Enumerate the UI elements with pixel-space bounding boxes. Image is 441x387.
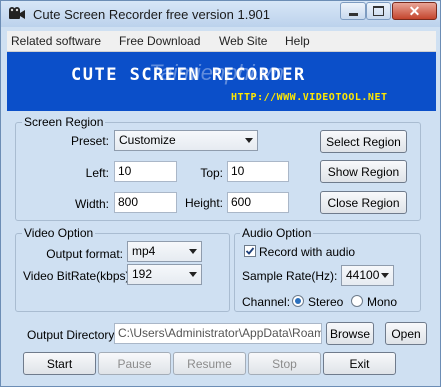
banner-url-link[interactable]: HTTP://WWW.VIDEOTOOL.NET bbox=[231, 92, 388, 103]
mono-radio[interactable] bbox=[351, 295, 363, 307]
chevron-down-icon bbox=[189, 249, 197, 254]
screen-region-label: Screen Region bbox=[22, 115, 106, 129]
exit-button[interactable]: Exit bbox=[323, 352, 396, 375]
height-label: Height: bbox=[184, 196, 223, 210]
menu-help[interactable]: Help bbox=[285, 34, 310, 48]
menu-related-software[interactable]: Related software bbox=[11, 34, 101, 48]
chevron-down-icon bbox=[245, 138, 253, 143]
menu-bar: Related software Free Download Web Site … bbox=[7, 31, 436, 52]
banner: Taimienphi.vn CUTE SCREEN RECORDER HTTP:… bbox=[7, 52, 436, 111]
audio-option-label: Audio Option bbox=[240, 226, 314, 240]
output-format-select[interactable]: mp4 bbox=[127, 241, 202, 262]
show-region-button[interactable]: Show Region bbox=[320, 160, 407, 183]
banner-title: CUTE SCREEN RECORDER bbox=[71, 65, 306, 85]
checkmark-icon bbox=[245, 247, 255, 255]
record-audio-checkbox[interactable] bbox=[244, 245, 256, 257]
close-button[interactable]: ✕ bbox=[392, 2, 437, 20]
resume-button[interactable]: Resume bbox=[173, 352, 246, 375]
left-label: Left: bbox=[85, 166, 109, 180]
menu-web-site[interactable]: Web Site bbox=[219, 34, 267, 48]
start-button[interactable]: Start bbox=[23, 352, 96, 375]
sample-rate-label: Sample Rate(Hz): bbox=[242, 269, 338, 283]
preset-select[interactable]: Customize bbox=[114, 130, 258, 151]
stereo-radio[interactable] bbox=[292, 295, 304, 307]
output-format-label: Output format: bbox=[46, 247, 123, 261]
minimize-button[interactable] bbox=[340, 2, 366, 20]
video-option-label: Video Option bbox=[22, 226, 96, 240]
close-region-button[interactable]: Close Region bbox=[320, 191, 407, 214]
app-window: Cute Screen Recorder free version 1.901 … bbox=[0, 0, 441, 387]
record-audio-label[interactable]: Record with audio bbox=[259, 245, 355, 259]
browse-button[interactable]: Browse bbox=[326, 322, 374, 345]
channel-label: Channel: bbox=[242, 295, 291, 309]
mono-label[interactable]: Mono bbox=[367, 295, 397, 309]
height-input[interactable]: 600 bbox=[227, 192, 289, 213]
stereo-label[interactable]: Stereo bbox=[308, 295, 343, 309]
maximize-icon bbox=[373, 6, 384, 16]
width-input[interactable]: 800 bbox=[114, 192, 177, 213]
camera-icon bbox=[8, 6, 26, 22]
sample-rate-value: 44100 bbox=[346, 268, 380, 282]
pause-button[interactable]: Pause bbox=[98, 352, 171, 375]
title-bar[interactable]: Cute Screen Recorder free version 1.901 … bbox=[1, 1, 440, 27]
left-input[interactable]: 10 bbox=[114, 161, 177, 182]
top-input[interactable]: 10 bbox=[227, 161, 289, 182]
sample-rate-select[interactable]: 44100 bbox=[341, 265, 394, 286]
menu-free-download[interactable]: Free Download bbox=[119, 34, 200, 48]
open-button[interactable]: Open bbox=[385, 322, 427, 345]
select-region-button[interactable]: Select Region bbox=[320, 130, 407, 153]
bitrate-select[interactable]: 192 bbox=[127, 264, 202, 285]
minimize-icon bbox=[348, 12, 358, 16]
close-icon: ✕ bbox=[408, 2, 421, 19]
output-format-value: mp4 bbox=[132, 244, 156, 258]
output-directory-input[interactable]: C:\Users\Administrator\AppData\Roaming bbox=[114, 323, 322, 344]
window-title: Cute Screen Recorder free version 1.901 bbox=[33, 7, 271, 22]
stop-button[interactable]: Stop bbox=[248, 352, 321, 375]
chevron-down-icon bbox=[381, 273, 389, 278]
preset-value: Customize bbox=[119, 133, 176, 147]
bitrate-value: 192 bbox=[132, 267, 153, 281]
top-label: Top: bbox=[200, 166, 223, 180]
chevron-down-icon bbox=[189, 272, 197, 277]
output-directory-label: Output Directory: bbox=[27, 328, 118, 342]
bitrate-label: Video BitRate(kbps): bbox=[23, 269, 133, 283]
width-label: Width: bbox=[74, 197, 109, 211]
preset-label: Preset: bbox=[70, 134, 109, 148]
maximize-button[interactable] bbox=[366, 2, 391, 20]
